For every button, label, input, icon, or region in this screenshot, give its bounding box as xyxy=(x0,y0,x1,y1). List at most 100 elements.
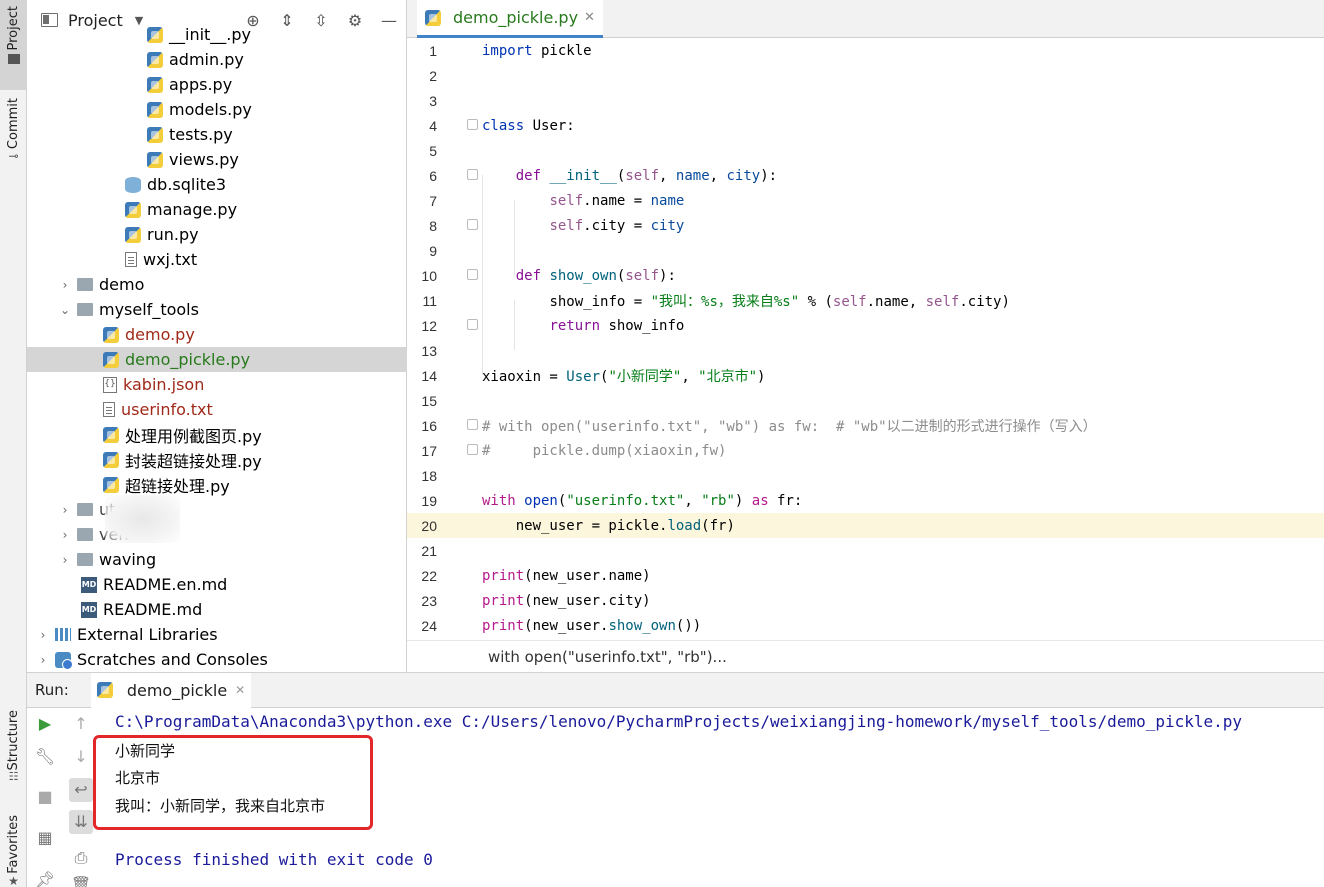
structure-tool-label: Structure xyxy=(6,710,21,771)
tree-item[interactable]: › Scratches and Consoles xyxy=(27,647,407,672)
code-line: 14 xiaoxin = User("小新同学", "北京市") xyxy=(407,363,1324,388)
tree-item[interactable]: wxj.txt xyxy=(27,247,407,272)
tree-item[interactable]: apps.py xyxy=(27,72,407,97)
code-line: 12 return show_info xyxy=(407,313,1324,338)
tree-item[interactable]: ⌄ myself_tools xyxy=(27,297,407,322)
tree-item-label: 超链接处理.py xyxy=(125,476,230,496)
fold-icon[interactable] xyxy=(467,219,478,230)
text-file-icon xyxy=(125,252,137,267)
code-line: 22 print(new_user.name) xyxy=(407,563,1324,588)
tree-item[interactable]: › waving xyxy=(27,547,407,572)
tree-item[interactable]: models.py xyxy=(27,97,407,122)
tree-item[interactable]: 处理用例截图页.py xyxy=(27,422,407,447)
left-tool-strip: Project Commit ⊸ Structure ☷ Favorites ★ xyxy=(0,0,27,887)
tree-item[interactable]: tests.py xyxy=(27,122,407,147)
line-number: 13 xyxy=(421,342,437,359)
tree-item-label: db.sqlite3 xyxy=(147,175,227,194)
chevron-right-icon[interactable]: › xyxy=(59,528,71,542)
markdown-file-icon: MD xyxy=(81,601,97,618)
tree-item[interactable]: __init__.py xyxy=(27,22,407,47)
blurred-region xyxy=(105,495,180,543)
tree-item-label: tests.py xyxy=(169,125,233,144)
soft-wrap-icon[interactable]: ↩ xyxy=(69,778,93,802)
folder-icon xyxy=(77,553,93,566)
arrow-up-icon[interactable]: ↑ xyxy=(69,712,93,736)
editor-tab-demo-pickle[interactable]: demo_pickle.py ✕ xyxy=(417,0,603,38)
chevron-right-icon[interactable]: › xyxy=(37,628,49,642)
chevron-right-icon[interactable]: › xyxy=(59,278,71,292)
code-line-current: 20 new_user = pickle.load(fr) xyxy=(407,513,1324,538)
structure-tool-tab[interactable]: Structure ☷ xyxy=(0,710,27,800)
code-line: 6 def __init__(self, name, city): xyxy=(407,163,1324,188)
tree-item-label: wxj.txt xyxy=(143,250,198,269)
pin-icon[interactable]: 📌︎ xyxy=(33,868,57,887)
folder-icon xyxy=(77,503,93,516)
code-line: 4 class User: xyxy=(407,113,1324,138)
breadcrumb[interactable]: with open("userinfo.txt", "rb")... xyxy=(407,640,1324,672)
chevron-down-icon[interactable]: ⌄ xyxy=(59,303,71,317)
run-tab-demo-pickle[interactable]: demo_pickle ✕ xyxy=(90,672,252,708)
fold-icon[interactable] xyxy=(467,169,478,180)
favorites-tool-tab[interactable]: Favorites ★ xyxy=(0,815,27,887)
fold-icon[interactable] xyxy=(467,319,478,330)
python-file-icon xyxy=(147,151,163,168)
code-line: 3 xyxy=(407,88,1324,113)
tree-item-label: 封装超链接处理.py xyxy=(125,451,262,471)
console-exit-message: Process finished with exit code 0 xyxy=(115,850,433,869)
tree-item[interactable]: run.py xyxy=(27,222,407,247)
line-number: 15 xyxy=(421,392,437,409)
chevron-right-icon[interactable]: › xyxy=(59,553,71,567)
tree-item[interactable]: admin.py xyxy=(27,47,407,72)
line-number: 18 xyxy=(421,467,437,484)
database-icon xyxy=(125,176,141,193)
tree-item[interactable]: ›ven xyxy=(27,522,407,547)
tree-item[interactable]: demo.py xyxy=(27,322,407,347)
code-line: 8 self.city = city xyxy=(407,213,1324,238)
fold-icon[interactable] xyxy=(467,419,478,430)
code-line: 24 print(new_user.show_own()) xyxy=(407,613,1324,638)
tree-item[interactable]: › demo xyxy=(27,272,407,297)
close-icon[interactable]: ✕ xyxy=(235,683,245,697)
rerun-icon[interactable]: ▶ xyxy=(33,712,57,736)
scroll-to-end-icon[interactable]: ⇊ xyxy=(69,810,93,834)
print-icon[interactable]: ⎙ xyxy=(69,846,93,870)
fold-icon[interactable] xyxy=(467,444,478,455)
tree-item[interactable]: manage.py xyxy=(27,197,407,222)
tree-item[interactable]: MD README.en.md xyxy=(27,572,407,597)
tree-item[interactable]: › External Libraries xyxy=(27,622,407,647)
tree-item-label: views.py xyxy=(169,150,239,169)
trash-icon[interactable]: 🗑︎ xyxy=(69,873,93,887)
layout-icon[interactable]: ▦ xyxy=(33,826,57,850)
tree-item[interactable]: userinfo.txt xyxy=(27,397,407,422)
tree-item[interactable]: MD README.md xyxy=(27,597,407,622)
close-icon[interactable]: ✕ xyxy=(584,10,595,25)
code-line: 23 print(new_user.city) xyxy=(407,588,1324,613)
tree-item[interactable]: 超链接处理.py xyxy=(27,472,407,497)
chevron-right-icon[interactable]: › xyxy=(59,503,71,517)
line-number: 20 xyxy=(421,517,437,534)
arrow-down-icon[interactable]: ↓ xyxy=(69,745,93,769)
tree-item[interactable]: views.py xyxy=(27,147,407,172)
tree-item[interactable]: db.sqlite3 xyxy=(27,172,407,197)
python-file-icon xyxy=(147,101,163,118)
tree-item[interactable]: {} kabin.json xyxy=(27,372,407,397)
tree-item[interactable]: 封装超链接处理.py xyxy=(27,447,407,472)
line-number: 8 xyxy=(429,217,437,234)
tree-item-label: userinfo.txt xyxy=(121,400,213,419)
commit-tool-tab[interactable]: Commit ⊸ xyxy=(0,98,27,178)
line-number: 24 xyxy=(421,617,437,634)
python-file-icon xyxy=(147,76,163,93)
tree-item-label: admin.py xyxy=(169,50,244,69)
fold-icon[interactable] xyxy=(467,269,478,280)
python-file-icon xyxy=(425,9,441,26)
run-label: Run: xyxy=(35,681,69,699)
line-number: 16 xyxy=(421,417,437,434)
fold-icon[interactable] xyxy=(467,119,478,130)
stop-icon[interactable]: ■ xyxy=(33,785,57,809)
tree-item-label: manage.py xyxy=(147,200,238,219)
tree-item[interactable]: ›utotest xyxy=(27,497,407,522)
tree-item[interactable]: demo_pickle.py xyxy=(27,347,407,372)
chevron-right-icon[interactable]: › xyxy=(37,653,49,667)
wrench-icon[interactable]: 🔧︎ xyxy=(33,745,57,769)
project-tool-tab[interactable]: Project xyxy=(0,0,27,90)
